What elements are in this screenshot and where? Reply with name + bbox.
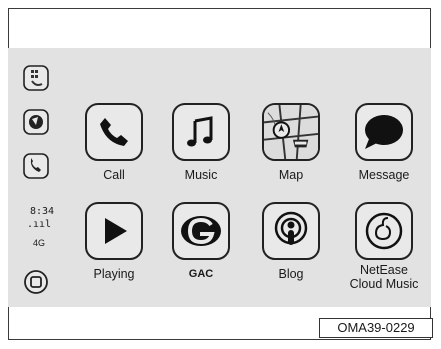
music-note-icon xyxy=(172,103,230,161)
status-network: 4G xyxy=(32,238,45,248)
app-label: Blog xyxy=(278,267,304,281)
message-bubble-icon xyxy=(355,103,413,161)
app-playing[interactable]: Playing xyxy=(73,202,155,281)
map-icon xyxy=(262,103,320,161)
play-icon xyxy=(85,202,143,260)
app-blog[interactable]: Blog xyxy=(250,202,332,281)
phone-keypad-icon[interactable] xyxy=(22,64,50,92)
status-time: 8:34 xyxy=(29,206,55,217)
app-label: Playing xyxy=(93,267,135,281)
app-label: Message xyxy=(358,168,410,182)
app-gac[interactable]: GAC xyxy=(160,202,242,281)
app-call[interactable]: Call xyxy=(73,103,155,182)
phone-icon xyxy=(85,103,143,161)
app-netease-cloud-music[interactable]: NetEase Cloud Music xyxy=(343,202,425,291)
app-label: Map xyxy=(278,168,304,182)
app-label: NetEase Cloud Music xyxy=(349,263,419,291)
status-signal: .ııl xyxy=(26,219,52,230)
app-message[interactable]: Message xyxy=(343,103,425,182)
app-label: GAC xyxy=(188,268,214,280)
sidebar xyxy=(22,64,52,300)
figure-code: OMA39-0229 xyxy=(319,318,433,338)
app-label: Call xyxy=(103,168,125,182)
app-map[interactable]: Map xyxy=(250,103,332,182)
maps-mini-icon[interactable] xyxy=(22,108,50,136)
netease-music-icon xyxy=(355,202,413,260)
home-button-icon[interactable] xyxy=(22,268,50,296)
phone-mini-icon[interactable] xyxy=(22,152,50,180)
app-label: Music xyxy=(184,168,218,182)
gac-logo-icon xyxy=(172,202,230,260)
app-music[interactable]: Music xyxy=(160,103,242,182)
podcast-icon xyxy=(262,202,320,260)
